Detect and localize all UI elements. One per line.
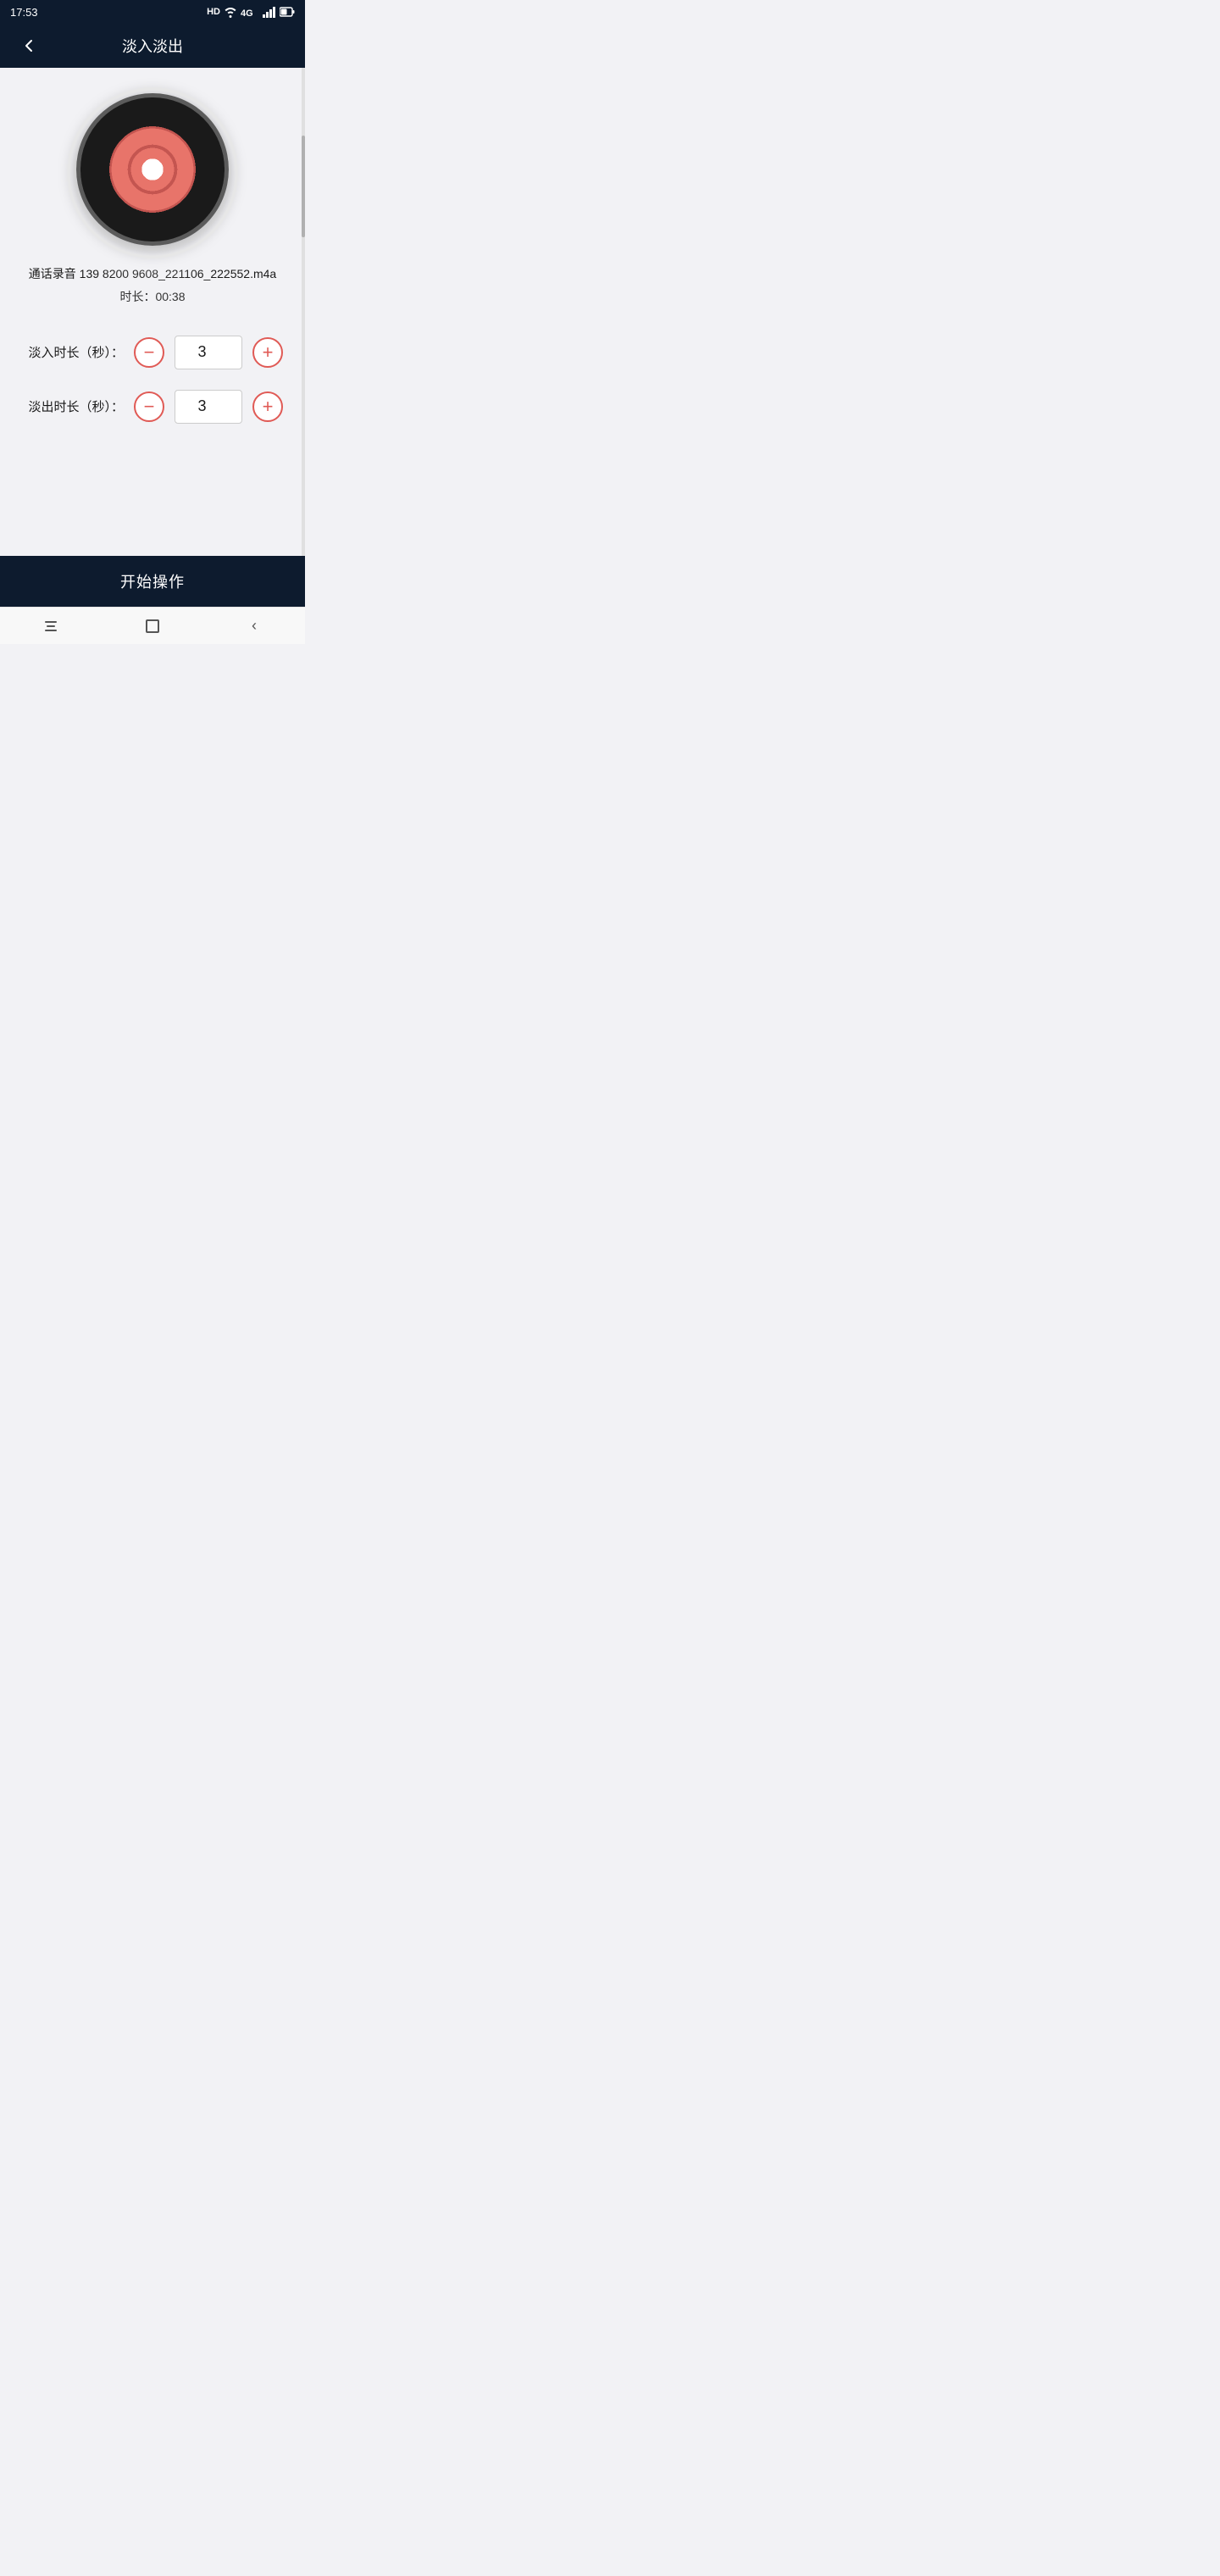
scroll-indicator xyxy=(302,68,305,556)
status-icons: HD 4G xyxy=(207,6,295,18)
page-title: 淡入淡出 xyxy=(122,35,183,57)
bottom-bar: 开始操作 xyxy=(0,556,305,607)
fade-out-label: 淡出时长（秒）： xyxy=(22,397,124,415)
back-chevron-icon: ‹ xyxy=(252,617,257,635)
status-bar: 17:53 HD 4G xyxy=(0,0,305,24)
hd-indicator: HD xyxy=(207,7,220,17)
sys-home-button[interactable] xyxy=(134,608,171,645)
sys-back-button[interactable]: ‹ xyxy=(236,608,273,645)
fade-out-row: 淡出时长（秒）： − + xyxy=(17,390,288,424)
menu-icon xyxy=(45,621,57,631)
svg-text:4G: 4G xyxy=(241,8,253,18)
nav-bar: 淡入淡出 xyxy=(0,24,305,68)
4g-icon: 4G xyxy=(241,6,259,18)
start-button[interactable]: 开始操作 xyxy=(120,570,185,592)
fade-in-row: 淡入时长（秒）： − + xyxy=(17,336,288,369)
fade-in-input[interactable] xyxy=(175,336,242,369)
fade-out-decrement-button[interactable]: − xyxy=(134,391,164,422)
back-button[interactable] xyxy=(14,31,44,61)
wifi-icon xyxy=(224,6,237,18)
main-content: 通话录音 139 8200 9608_221106_222552.m4a 时长：… xyxy=(0,68,305,556)
vinyl-record xyxy=(76,93,229,246)
fade-in-label: 淡入时长（秒）： xyxy=(22,343,124,361)
page-wrapper: 通话录音 139 8200 9608_221106_222552.m4a 时长：… xyxy=(0,68,305,556)
home-icon xyxy=(146,619,159,633)
battery-icon xyxy=(280,6,295,18)
fade-out-increment-button[interactable]: + xyxy=(252,391,283,422)
vinyl-record-container xyxy=(76,93,229,246)
system-nav-bar: ‹ xyxy=(0,607,305,644)
signal-icon xyxy=(263,6,276,18)
file-name: 通话录音 139 8200 9608_221106_222552.m4a xyxy=(29,266,276,283)
scroll-thumb xyxy=(302,136,305,237)
status-time: 17:53 xyxy=(10,6,38,19)
fade-out-input[interactable] xyxy=(175,390,242,424)
file-duration: 时长：00:38 xyxy=(119,288,185,305)
controls-section: 淡入时长（秒）： − + 淡出时长（秒）： − + xyxy=(17,336,288,424)
fade-in-decrement-button[interactable]: − xyxy=(134,337,164,368)
sys-menu-button[interactable] xyxy=(32,608,69,645)
fade-in-increment-button[interactable]: + xyxy=(252,337,283,368)
